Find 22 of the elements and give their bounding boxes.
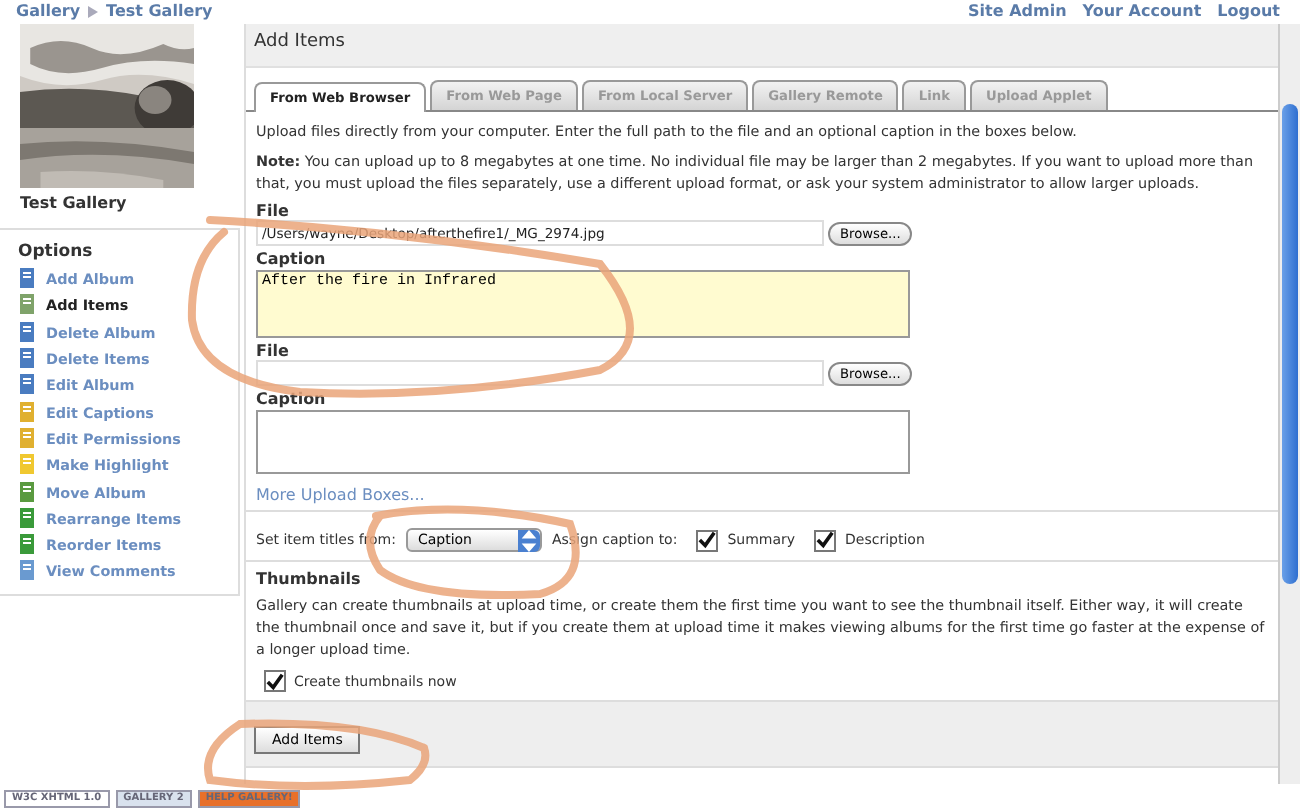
file-path-field[interactable] xyxy=(256,360,824,386)
checkbox[interactable] xyxy=(695,529,718,551)
breadcrumb-link[interactable]: Test Gallery xyxy=(106,0,213,22)
album-title: Test Gallery xyxy=(20,194,129,212)
checkbox[interactable] xyxy=(813,529,836,551)
field-label: File xyxy=(256,342,291,360)
thumbnails-heading: Thumbnails xyxy=(256,570,363,588)
stepper-arrows-icon xyxy=(517,529,540,551)
header-link[interactable]: Your Account xyxy=(1082,0,1202,22)
scrollbar[interactable] xyxy=(1278,24,1300,784)
options-heading: Options xyxy=(18,242,95,262)
field-label: Caption xyxy=(256,390,328,408)
breadcrumb-link[interactable]: Gallery xyxy=(16,0,81,22)
field-label: Caption xyxy=(256,250,328,268)
field-label: File xyxy=(256,202,291,220)
header-link[interactable]: Logout xyxy=(1217,0,1280,22)
caption-field[interactable] xyxy=(256,410,910,474)
header-link[interactable]: Site Admin xyxy=(968,0,1067,22)
checkbox[interactable] xyxy=(264,670,286,692)
page-title: Add Items xyxy=(246,24,1278,68)
more-upload-boxes-link[interactable]: More Upload Boxes... xyxy=(256,486,1268,504)
breadcrumb-separator-icon xyxy=(88,5,99,17)
